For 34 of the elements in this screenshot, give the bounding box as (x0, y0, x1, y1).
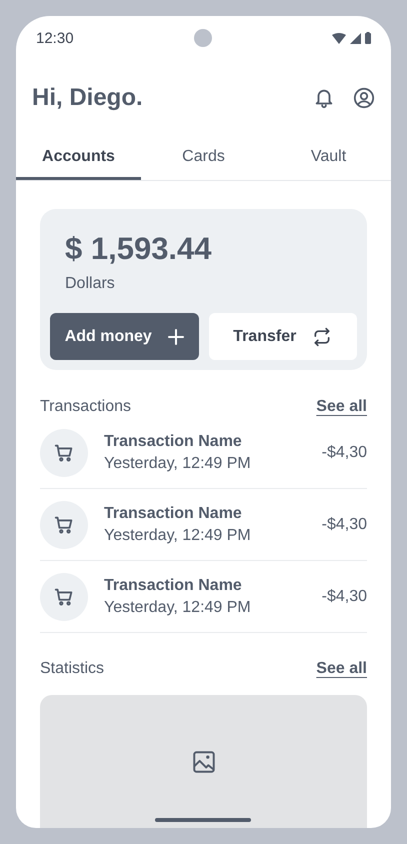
profile-icon[interactable] (353, 87, 375, 109)
cart-icon (40, 572, 88, 620)
wifi-icon (332, 32, 346, 44)
cart-icon (40, 428, 88, 476)
camera-dot (194, 29, 212, 47)
see-all-link[interactable]: See all (316, 398, 367, 416)
transaction-amount: -$4,30 (322, 516, 367, 534)
cart-icon (40, 500, 88, 548)
transfer-button[interactable]: Transfer (208, 313, 357, 360)
transaction-amount: -$4,30 (322, 588, 367, 606)
balance-amount: $ 1,593.44 (64, 231, 213, 267)
battery-icon (365, 32, 371, 44)
add-money-button[interactable]: Add money (50, 313, 198, 360)
status-time: 12:30 (36, 30, 74, 46)
transaction-name: Transaction Name (104, 576, 243, 594)
transaction-amount: -$4,30 (322, 444, 367, 462)
transaction-name: Transaction Name (104, 432, 243, 450)
transaction-time: Yesterday, 12:49 PM (104, 454, 252, 472)
section-title: Statistics (40, 660, 104, 678)
image-icon (190, 748, 216, 774)
transaction-name: Transaction Name (104, 504, 243, 522)
notification-bell-icon[interactable] (313, 87, 335, 109)
transaction-time: Yesterday, 12:49 PM (104, 526, 252, 544)
tab[interactable]: Cards (141, 138, 266, 180)
greeting-title: Hi, Diego. (32, 84, 143, 112)
tab[interactable]: Accounts (16, 138, 141, 180)
plus-icon (168, 328, 184, 344)
repeat-icon (312, 326, 332, 346)
transaction-time: Yesterday, 12:49 PM (104, 598, 252, 616)
see-all-link[interactable]: See all (316, 660, 367, 678)
section-title: Transactions (40, 398, 131, 416)
signal-icon (350, 32, 361, 44)
currency-label: Dollars (64, 275, 116, 293)
tab[interactable]: Vault (266, 138, 391, 180)
